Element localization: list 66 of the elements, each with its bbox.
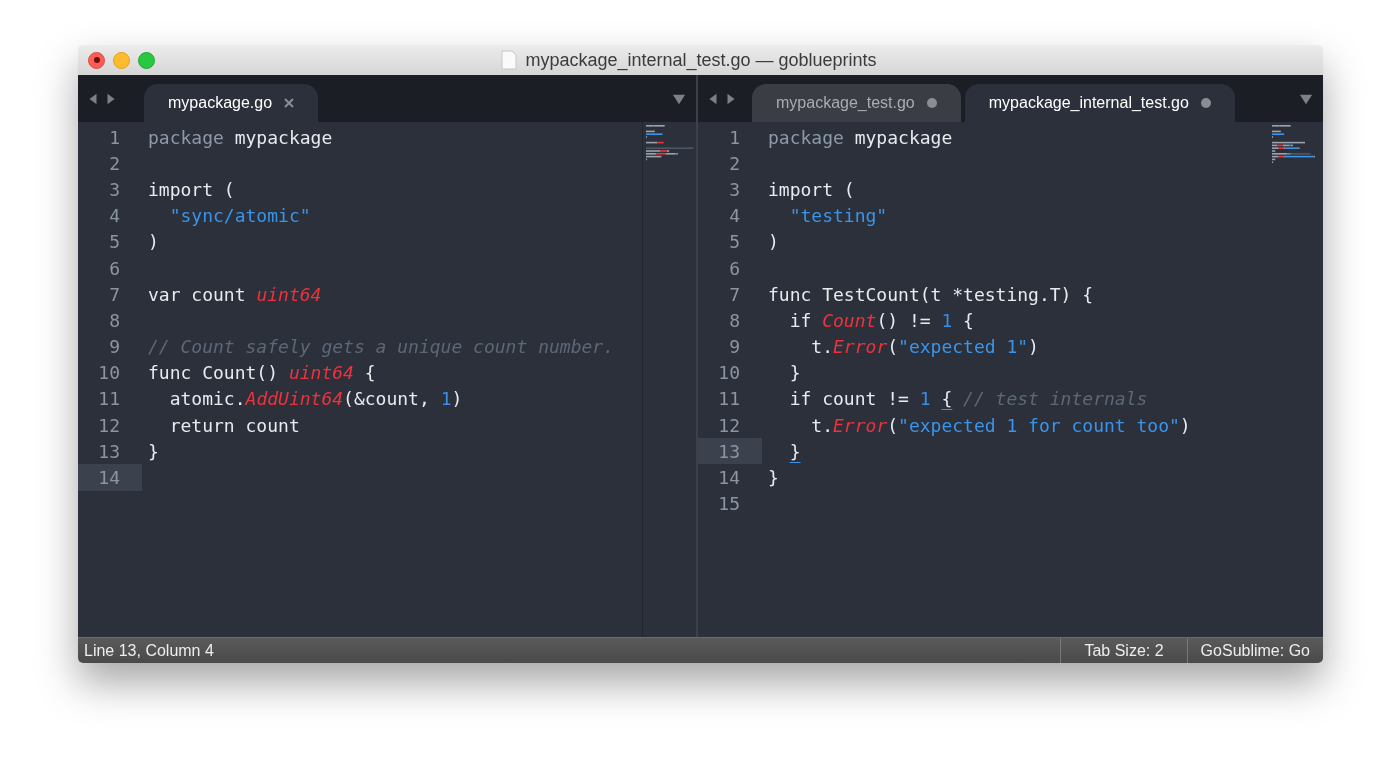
line-number: 7 [109,282,120,307]
code-line: t.Error("expected 1 for count too") [810,413,1191,438]
zoom-window-button[interactable] [138,51,155,69]
code-line: func Count() uint64 { [147,361,376,386]
code-line: import ( [767,177,855,202]
line-number: 13 [98,439,120,464]
code-line: func TestCount(t *testing.T) { [767,282,1094,307]
line-number: 3 [729,177,740,202]
tab-size-indicator[interactable]: Tab Size: 2 [1060,638,1187,663]
code-line: if count != 1 { // test internals [788,387,1148,412]
code-line: package mypackage [147,125,333,150]
code-line: } [147,439,159,464]
line-number: 11 [718,387,740,412]
code-line: } [788,439,801,464]
close-window-button[interactable] [88,51,105,69]
line-number: 9 [109,335,120,360]
code-line: ) [767,230,779,255]
code-line: var count uint64 [147,282,322,307]
back-arrow-icon[interactable] [88,91,98,106]
line-number: 4 [109,204,120,229]
line-number: 14 [98,466,120,491]
window-title: mypackage_internal_test.go — goblueprints [525,48,877,73]
line-number: 8 [109,308,120,333]
line-number: 7 [729,282,740,307]
code-line: "sync/atomic" [168,204,311,229]
file-tab[interactable]: mypackage_test.go [752,84,961,122]
line-number: 15 [718,492,740,517]
code-line: if Count() != 1 { [788,308,974,333]
line-number: 14 [718,466,740,491]
line-number: 11 [98,387,120,412]
line-number: 1 [109,125,120,150]
back-arrow-icon[interactable] [708,91,718,106]
line-number: 10 [98,361,120,386]
code-line: } [788,361,801,386]
file-tab[interactable]: mypackage.go [144,84,319,122]
syntax-indicator[interactable]: GoSublime: Go [1186,638,1323,663]
document-icon [501,50,518,70]
line-number: 12 [718,413,740,438]
line-number: 3 [109,177,120,202]
line-number: 10 [718,361,740,386]
modified-dot-icon [926,98,937,108]
line-number: 4 [729,204,740,229]
code-line: import ( [147,177,235,202]
close-icon[interactable] [284,98,295,108]
line-number: 2 [109,151,120,176]
line-number: 2 [729,151,740,176]
modified-dot-icon [1200,98,1211,108]
line-number: 6 [109,256,120,281]
code-line: ) [147,230,159,255]
code-line: t.Error("expected 1") [810,335,1039,360]
line-number: 5 [729,230,740,255]
line-number: 5 [109,230,120,255]
code-line: atomic.AddUint64(&count, 1) [168,387,463,412]
code-line: "testing" [788,204,888,229]
code-line: return count [168,413,300,438]
line-number: 9 [729,335,740,360]
line-number: 13 [718,439,740,464]
file-tab[interactable]: mypackage_internal_test.go [964,84,1235,122]
line-number: 1 [729,125,740,150]
line-number: 6 [729,256,740,281]
cursor-position: Line 13, Column 4 [83,640,215,661]
line-number: 8 [729,308,740,333]
code-line: // Count safely gets a unique count number. [147,335,614,360]
code-line: package mypackage [767,125,953,150]
line-number: 12 [98,413,120,438]
code-line: } [767,466,779,491]
